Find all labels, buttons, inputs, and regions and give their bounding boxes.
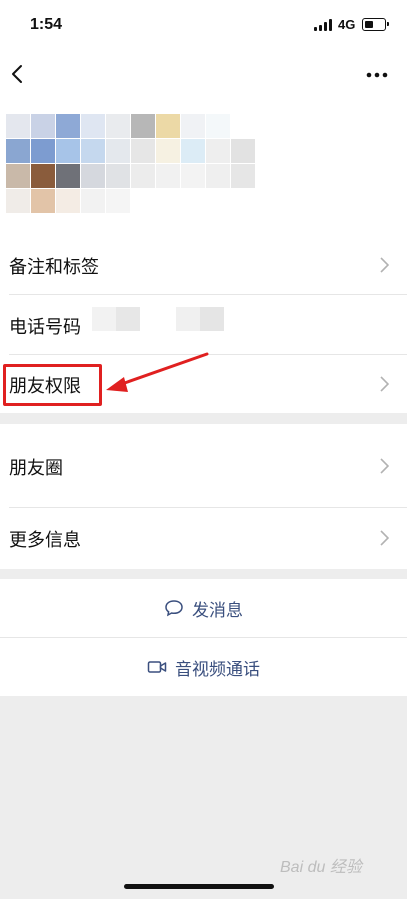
chevron-right-icon [380,257,389,273]
chat-bubble-icon [165,600,183,617]
more-info-row[interactable]: 更多信息 [0,508,407,568]
status-time: 1:54 [30,16,63,33]
moments-card: 朋友圈 更多信息 [0,424,407,569]
moments-row[interactable]: 朋友圈 [0,436,407,496]
watermark: Bai du 经验 [280,859,362,876]
video-camera-icon [147,661,167,673]
chevron-right-icon [380,530,389,546]
back-button[interactable] [4,60,34,90]
more-dots-icon [366,72,388,78]
phone-number-label: 电话号码 [9,317,81,338]
av-call-label: 音视频通话 [175,659,260,680]
phone-number-row: 电话号码 [0,295,407,355]
av-call-button[interactable]: 音视频通话 [0,638,407,696]
more-info-label: 更多信息 [9,530,81,551]
status-bar: 1:54 4G [0,0,407,50]
profile-header [0,100,407,235]
home-indicator[interactable] [124,884,274,889]
send-message-button[interactable]: 发消息 [0,579,407,637]
nav-bar [0,50,407,100]
chevron-left-icon [12,65,22,83]
cellular-signal-icon [314,19,332,31]
chevron-right-icon [380,376,389,392]
network-type: 4G [338,17,356,32]
remarks-tags-label: 备注和标签 [9,257,99,278]
send-message-label: 发消息 [192,600,243,621]
remarks-tags-row[interactable]: 备注和标签 [0,235,407,295]
battery-icon [362,18,389,31]
more-button[interactable] [362,64,392,86]
moments-label: 朋友圈 [9,458,63,479]
annotation-arrow-icon [106,352,209,392]
chevron-right-icon [380,458,389,474]
annotation-highlight-box [3,364,102,406]
